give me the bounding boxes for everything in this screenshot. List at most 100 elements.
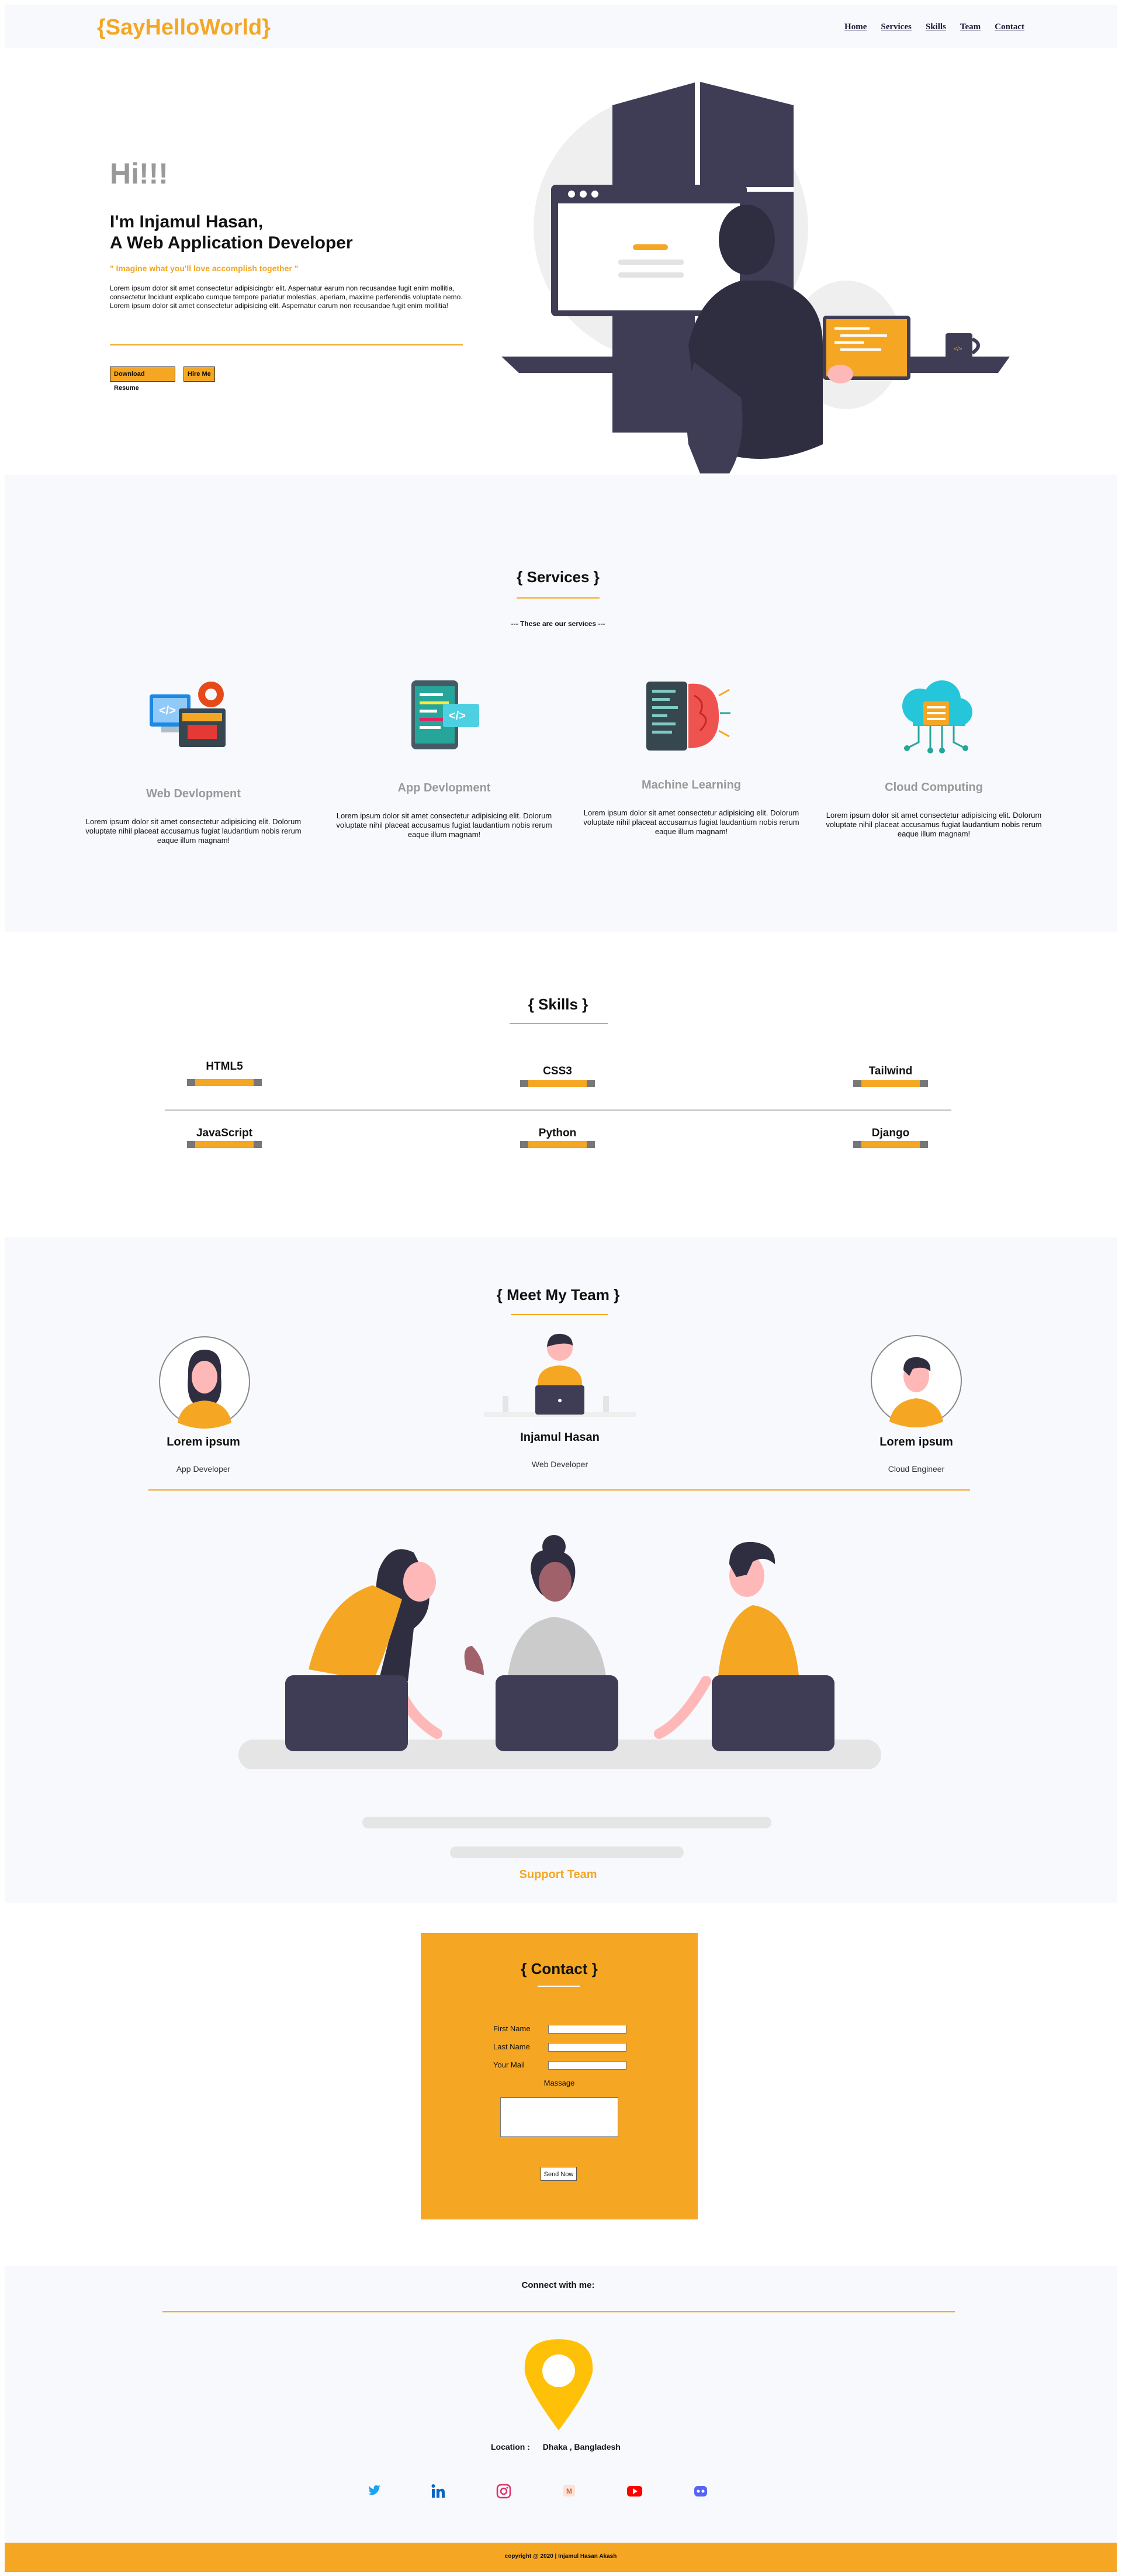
skill-label: JavaScript [196,1127,253,1139]
hero-section: Hi!!! I'm Injamul Hasan, A Web Applicati… [5,48,1117,473]
svg-text:M: M [566,2487,572,2495]
connect-heading: Connect with me: [521,2280,595,2290]
service-desc: Lorem ipsum dolor sit amet consectetur a… [336,811,552,839]
hero-greeting: Hi!!! [110,157,168,190]
skill-bar [187,1141,262,1148]
nav-link-home[interactable]: Home [844,22,867,32]
navbar: {SayHelloWorld} Home Services Skills Tea… [5,5,1117,48]
member-role: Web Developer [531,1460,588,1469]
nav-link-contact[interactable]: Contact [995,22,1024,32]
footer-divider [162,2311,955,2312]
avatar [871,1335,962,1427]
nav-link-team[interactable]: Team [960,22,981,32]
skill-python: Python [520,1127,595,1148]
app-dev-icon: </> [411,680,479,749]
contact-title: { Contact } [521,1960,598,1977]
nav-link-services[interactable]: Services [881,22,911,32]
skill-tailwind: Tailwind [853,1065,928,1087]
skill-bar [853,1080,928,1087]
skills-section: { Skills } HTML5 CSS3 Tailwind JavaScrip… [5,934,1117,1233]
support-team-illustration [238,1535,881,1769]
message-textarea[interactable] [500,2097,618,2137]
send-now-button[interactable]: Send Now [541,2167,577,2181]
location-value: Dhaka , Bangladesh [542,2442,621,2451]
team-section: { Meet My Team } Lorem ipsum App Develop… [5,1237,1117,1903]
hero-quote: " Imagine what you'll love accomplish to… [110,264,299,273]
first-name-label: First Name [493,2024,531,2033]
skill-bar [520,1141,595,1148]
discord-icon[interactable] [693,2484,708,2499]
service-desc: Lorem ipsum dolor sit amet consectetur a… [583,808,799,836]
team-member-card: Lorem ipsum Cloud Engineer [829,1436,1004,1474]
service-name: Machine Learning [641,779,742,791]
contact-title-underline [538,1986,580,1987]
youtube-icon[interactable] [626,2484,643,2499]
team-title: { Meet My Team } [496,1286,620,1303]
nav-menu: Home Services Skills Team Contact [844,22,1024,32]
skill-bar [187,1079,262,1086]
location-pin-icon [524,2339,593,2430]
team-member-card: Lorem ipsum App Developer [116,1436,291,1474]
service-name: Cloud Computing [885,781,983,794]
services-title-underline [517,597,600,599]
service-desc: Lorem ipsum dolor sit amet consectetur a… [826,811,1042,838]
skill-label: Python [538,1127,577,1139]
skill-html5: HTML5 [187,1060,262,1086]
support-team-label: Support Team [519,1868,597,1881]
services-subtitle: --- These are our services --- [511,620,605,628]
member-role: App Developer [176,1464,231,1474]
skill-bar [853,1141,928,1148]
location-row: Location : Dhaka , Bangladesh [491,2442,621,2451]
member-name: Lorem ipsum [167,1436,240,1448]
svg-text:</>: </> [159,704,176,717]
last-name-label: Last Name [493,2042,530,2051]
mail-label: Your Mail [493,2060,525,2069]
service-desc: Lorem ipsum dolor sit amet consectetur a… [85,817,302,845]
team-member-card: Injamul Hasan Web Developer [472,1431,647,1469]
skills-title-underline [510,1023,608,1024]
service-card-ml: Machine Learning Lorem ipsum dolor sit a… [580,779,802,836]
cloud-computing-icon [902,680,972,753]
skills-title: { Skills } [528,995,588,1013]
hero-role-line: A Web Application Developer [110,233,353,253]
hero-title: I'm Injamul Hasan, A Web Application Dev… [110,212,353,254]
services-section: { Services } --- These are our services … [5,475,1117,932]
medium-icon[interactable]: M [562,2484,576,2498]
member-name: Lorem ipsum [879,1436,953,1448]
nav-link-skills[interactable]: Skills [926,22,946,32]
service-card-cloud: Cloud Computing Lorem ipsum dolor sit am… [823,781,1045,839]
hero-paragraph: Lorem ipsum dolor sit amet consectetur a… [110,284,463,310]
service-card-web: Web Devlopment Lorem ipsum dolor sit ame… [82,787,304,845]
copyright-text: copyright @ 2020 | Injamul Hasan Akash [504,2553,617,2560]
member-name: Injamul Hasan [520,1431,600,1444]
linkedin-icon[interactable] [431,2484,446,2499]
decorative-bar [362,1817,771,1828]
mail-input[interactable] [548,2061,626,2070]
first-name-input[interactable] [548,2025,626,2034]
twitter-icon[interactable] [367,2484,382,2499]
hire-me-button[interactable]: Hire Me [183,366,215,382]
site-logo[interactable]: {SayHelloWorld} [97,15,271,40]
decorative-bar [450,1847,684,1858]
contact-form: { Contact } First Name Last Name Your Ma… [421,1933,698,2219]
member-role: Cloud Engineer [888,1464,945,1474]
service-card-app: App Devlopment Lorem ipsum dolor sit ame… [333,782,555,839]
avatar [159,1336,250,1429]
message-label: Massage [543,2079,575,2087]
service-name: App Devlopment [397,782,491,794]
team-title-underline [511,1314,608,1315]
location-label: Location : [491,2442,530,2451]
hero-name-line: I'm Injamul Hasan, [110,212,264,231]
services-title: { Services } [517,568,600,586]
last-name-input[interactable] [548,2043,626,2052]
hero-divider [110,344,463,345]
developer-illustration: </> [501,74,1010,473]
download-resume-button[interactable]: Download Resume [110,366,175,392]
skill-label: HTML5 [206,1060,243,1073]
instagram-icon[interactable] [496,2484,511,2499]
machine-learning-icon [646,682,730,751]
skill-javascript: JavaScript [187,1127,262,1148]
svg-text:</>: </> [449,710,466,722]
svg-text:</>: </> [954,346,962,352]
footer-section: Connect with me: Location : Dhaka , Bang… [5,2266,1117,2543]
